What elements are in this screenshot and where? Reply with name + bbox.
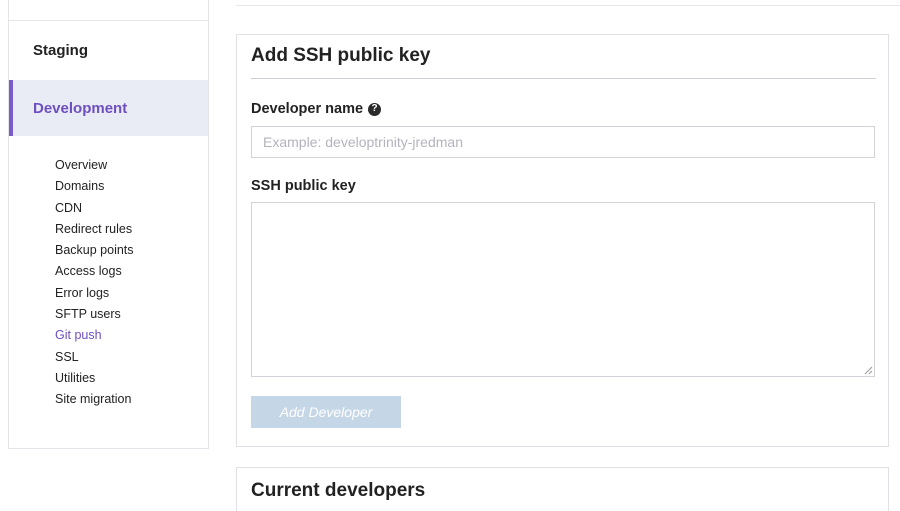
sidebar-item-git-push[interactable]: Git push [55,325,134,346]
environment-sidebar: Staging Development Overview Domains CDN… [8,0,209,449]
card-title: Add SSH public key [251,45,431,66]
sidebar-item-redirect-rules[interactable]: Redirect rules [55,219,134,240]
sidebar-subnav: Overview Domains CDN Redirect rules Back… [55,155,134,411]
sidebar-item-domains[interactable]: Domains [55,176,134,197]
sidebar-item-backup-points[interactable]: Backup points [55,240,134,261]
developer-name-label-text: Developer name [251,101,364,117]
env-development[interactable]: Development [9,80,208,136]
sidebar-item-cdn[interactable]: CDN [55,198,134,219]
ssh-key-label: SSH public key [251,178,356,194]
sidebar-item-sftp-users[interactable]: SFTP users [55,304,134,325]
add-developer-button[interactable]: Add Developer [251,396,401,428]
title-divider [251,78,876,79]
sidebar-item-overview[interactable]: Overview [55,155,134,176]
add-ssh-key-card: Add SSH public key Developer name ? SSH … [236,34,889,447]
previous-card-edge [236,0,900,6]
sidebar-item-error-logs[interactable]: Error logs [55,283,134,304]
env-staging[interactable]: Staging [9,21,208,80]
current-developers-title: Current developers [251,480,426,501]
developer-name-input[interactable] [251,126,875,158]
current-developers-card: Current developers [236,467,889,511]
ssh-key-label-text: SSH public key [251,178,356,194]
sidebar-item-ssl[interactable]: SSL [55,347,134,368]
sidebar-item-utilities[interactable]: Utilities [55,368,134,389]
question-circle-icon[interactable]: ? [368,102,382,116]
sidebar-item-site-migration[interactable]: Site migration [55,389,134,410]
sidebar-item-access-logs[interactable]: Access logs [55,261,134,282]
ssh-public-key-textarea[interactable] [251,202,875,377]
resize-grip-icon[interactable] [864,366,873,375]
developer-name-label: Developer name ? [251,101,382,117]
